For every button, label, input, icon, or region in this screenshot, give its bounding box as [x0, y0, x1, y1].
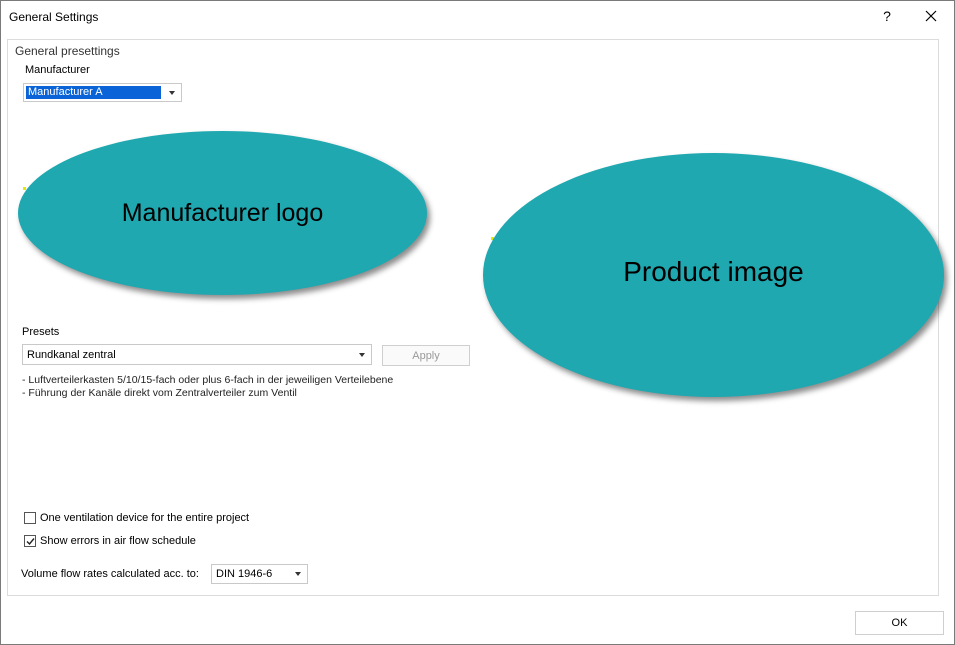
- checkmark-icon: [26, 538, 35, 546]
- preset-description-line-1: - Luftverteilerkasten 5/10/15-fach oder …: [22, 374, 394, 386]
- general-settings-dialog: General Settings ? General presettings M…: [0, 0, 955, 645]
- chevron-down-icon: [359, 353, 365, 357]
- apply-button[interactable]: Apply: [382, 345, 470, 366]
- manufacturer-logo-text: Manufacturer logo: [121, 198, 324, 227]
- ok-button[interactable]: OK: [855, 611, 944, 635]
- product-image-placeholder: Product image: [483, 153, 944, 397]
- chevron-down-icon: [295, 572, 301, 576]
- show-errors-label: Show errors in air flow schedule: [40, 535, 196, 547]
- volume-flow-label: Volume flow rates calculated acc. to:: [21, 568, 199, 580]
- volume-flow-dropdown[interactable]: DIN 1946-6: [211, 564, 308, 584]
- preset-description-line-2: - Führung der Kanäle direkt vom Zentralv…: [22, 387, 297, 399]
- show-errors-checkbox[interactable]: [24, 535, 36, 547]
- help-button[interactable]: ?: [877, 4, 897, 28]
- product-image-text: Product image: [623, 256, 804, 287]
- group-title: General presettings: [15, 44, 120, 58]
- manufacturer-dropdown[interactable]: Manufacturer A: [23, 83, 182, 102]
- manufacturer-label: Manufacturer: [25, 64, 90, 76]
- one-device-label: One ventilation device for the entire pr…: [40, 512, 250, 524]
- presets-selected-value: Rundkanal zentral: [27, 349, 116, 361]
- presets-label: Presets: [22, 326, 60, 338]
- close-button[interactable]: [919, 4, 943, 28]
- chevron-down-icon: [169, 91, 175, 95]
- title-bar: General Settings ?: [1, 1, 954, 32]
- volume-flow-selected-value: DIN 1946-6: [216, 568, 273, 580]
- presets-dropdown[interactable]: Rundkanal zentral: [22, 344, 372, 365]
- close-icon: [925, 10, 937, 22]
- manufacturer-selected-value: Manufacturer A: [26, 86, 161, 99]
- one-device-checkbox[interactable]: [24, 512, 36, 524]
- manufacturer-logo-placeholder: Manufacturer logo: [18, 131, 427, 295]
- window-title: General Settings: [9, 10, 99, 24]
